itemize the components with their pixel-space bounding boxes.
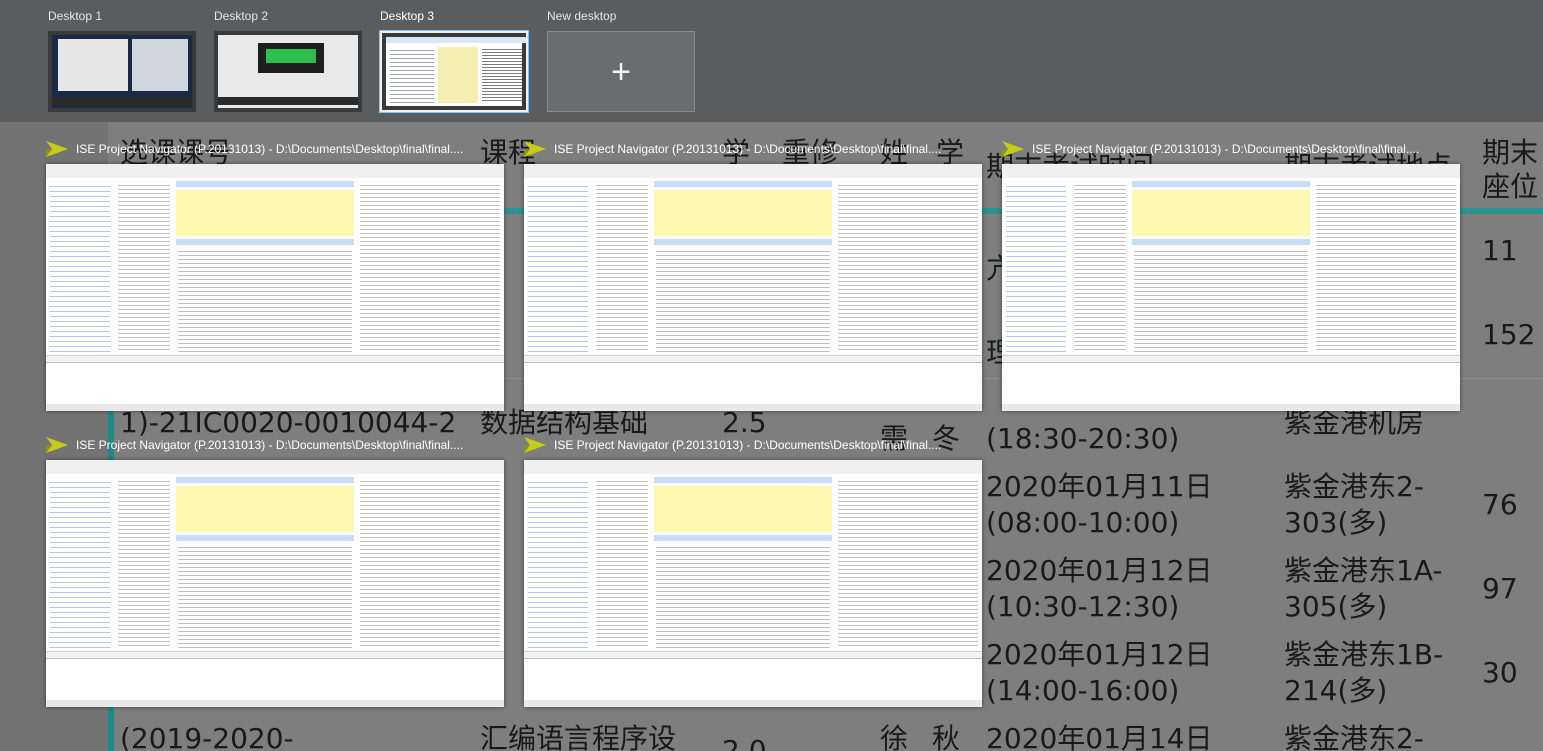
console-panel bbox=[1002, 362, 1460, 405]
design-summary-panel bbox=[174, 474, 357, 652]
status-bar bbox=[524, 404, 982, 411]
cell-exam-date: 2020年01月12日 bbox=[986, 554, 1213, 587]
window-title: ISE Project Navigator (P.20131013) - D:\… bbox=[554, 438, 942, 452]
log-panel bbox=[834, 474, 982, 652]
virtual-desktop-strip: Desktop 1 Desktop 2 Desktop 3 New deskto… bbox=[0, 0, 1543, 122]
header-final: 期末 bbox=[1482, 136, 1539, 169]
processes-panel bbox=[114, 178, 175, 356]
design-summary-panel bbox=[652, 474, 835, 652]
ise-app-icon bbox=[46, 141, 68, 157]
new-desktop-label: New desktop bbox=[547, 9, 617, 23]
ise-app-icon bbox=[524, 437, 546, 453]
hierarchy-panel bbox=[46, 178, 115, 356]
console-panel bbox=[46, 658, 504, 701]
processes-panel bbox=[114, 474, 175, 652]
window-title-bar[interactable]: ISE Project Navigator (P.20131013) - D:\… bbox=[524, 432, 982, 458]
seat-cell: 97 bbox=[1482, 572, 1518, 605]
log-panel bbox=[1312, 178, 1460, 356]
window-title: ISE Project Navigator (P.20131013) - D:\… bbox=[554, 142, 942, 156]
window-title-bar[interactable]: ISE Project Navigator (P.20131013) - D:\… bbox=[46, 136, 504, 162]
cell-teacher-surname: 徐 bbox=[880, 722, 909, 751]
cell-exam-date: 2020年01月14日 bbox=[986, 722, 1213, 751]
new-desktop-button[interactable]: + bbox=[547, 31, 695, 112]
cell-exam-room: 305(多) bbox=[1284, 590, 1388, 623]
design-summary-panel bbox=[652, 178, 835, 356]
window-preview[interactable] bbox=[46, 460, 504, 707]
seat-cell: 30 bbox=[1482, 656, 1518, 689]
window-title: ISE Project Navigator (P.20131013) - D:\… bbox=[76, 142, 464, 156]
cell-course-id: (2019-2020- bbox=[120, 722, 294, 751]
hierarchy-panel bbox=[524, 474, 593, 652]
desktop-3-label: Desktop 3 bbox=[380, 9, 435, 23]
window-preview[interactable] bbox=[46, 164, 504, 411]
toolbar bbox=[46, 164, 504, 179]
design-summary-panel bbox=[1130, 178, 1313, 356]
log-panel bbox=[356, 474, 504, 652]
cell-teacher-name: 秋 bbox=[932, 722, 961, 751]
desktop-1-thumbnail[interactable] bbox=[48, 31, 196, 112]
cell-exam-location: 紫金港东1B- bbox=[1284, 638, 1444, 671]
processes-panel bbox=[592, 474, 653, 652]
cell-exam-location: 紫金港东2- bbox=[1284, 722, 1424, 751]
log-panel bbox=[356, 178, 504, 356]
cell-exam-location: 紫金港机房 bbox=[1284, 406, 1425, 439]
hierarchy-panel bbox=[46, 474, 115, 652]
cell-exam-room: 303(多) bbox=[1284, 506, 1388, 539]
seat-cell: 11 bbox=[1482, 234, 1518, 267]
toolbar bbox=[524, 460, 982, 475]
plus-icon: + bbox=[611, 52, 631, 91]
console-panel bbox=[524, 362, 982, 405]
window-title: ISE Project Navigator (P.20131013) - D:\… bbox=[76, 438, 464, 452]
ise-app-icon bbox=[46, 437, 68, 453]
console-panel bbox=[46, 362, 504, 405]
window-preview[interactable] bbox=[524, 460, 982, 707]
window-preview[interactable] bbox=[1002, 164, 1460, 411]
toolbar bbox=[46, 460, 504, 475]
desktop-1-label: Desktop 1 bbox=[48, 9, 103, 23]
toolbar bbox=[1002, 164, 1460, 179]
desktop-2-label: Desktop 2 bbox=[214, 9, 269, 23]
status-bar bbox=[1002, 404, 1460, 411]
desktop-2-thumbnail[interactable] bbox=[214, 31, 362, 112]
cell-exam-room: 214(多) bbox=[1284, 674, 1388, 707]
cell-exam-time: (10:30-12:30) bbox=[986, 590, 1180, 623]
header-seat: 座位 bbox=[1482, 170, 1539, 203]
processes-panel bbox=[1070, 178, 1131, 356]
window-title-bar[interactable]: ISE Project Navigator (P.20131013) - D:\… bbox=[524, 136, 982, 162]
status-bar bbox=[46, 404, 504, 411]
cell-credit: 2.0 bbox=[722, 734, 767, 751]
cell-exam-time: (14:00-16:00) bbox=[986, 674, 1180, 707]
hierarchy-panel bbox=[524, 178, 593, 356]
ise-app-icon bbox=[1002, 141, 1024, 157]
desktop-3-thumbnail[interactable] bbox=[379, 30, 529, 113]
window-title: ISE Project Navigator (P.20131013) - D:\… bbox=[1032, 142, 1420, 156]
seat-cell: 152 bbox=[1482, 318, 1536, 351]
ise-app-icon bbox=[524, 141, 546, 157]
window-title-bar[interactable]: ISE Project Navigator (P.20131013) - D:\… bbox=[1002, 136, 1460, 162]
cell-exam-location: 紫金港东2- bbox=[1284, 470, 1424, 503]
cell-exam-date: 2020年01月12日 bbox=[986, 638, 1213, 671]
cell-exam-location: 紫金港东1A- bbox=[1284, 554, 1443, 587]
cell-exam-time: (18:30-20:30) bbox=[986, 422, 1180, 455]
processes-panel bbox=[592, 178, 653, 356]
cell-course-name: 汇编语言程序设 bbox=[480, 722, 677, 751]
cell-exam-date: 2020年01月11日 bbox=[986, 470, 1213, 503]
design-summary-panel bbox=[174, 178, 357, 356]
cell-exam-time: (08:00-10:00) bbox=[986, 506, 1180, 539]
seat-cell: 76 bbox=[1482, 488, 1518, 521]
status-bar bbox=[46, 700, 504, 707]
console-panel bbox=[524, 658, 982, 701]
hierarchy-panel bbox=[1002, 178, 1071, 356]
log-panel bbox=[834, 178, 982, 356]
window-preview[interactable] bbox=[524, 164, 982, 411]
window-title-bar[interactable]: ISE Project Navigator (P.20131013) - D:\… bbox=[46, 432, 504, 458]
status-bar bbox=[524, 700, 982, 707]
toolbar bbox=[524, 164, 982, 179]
